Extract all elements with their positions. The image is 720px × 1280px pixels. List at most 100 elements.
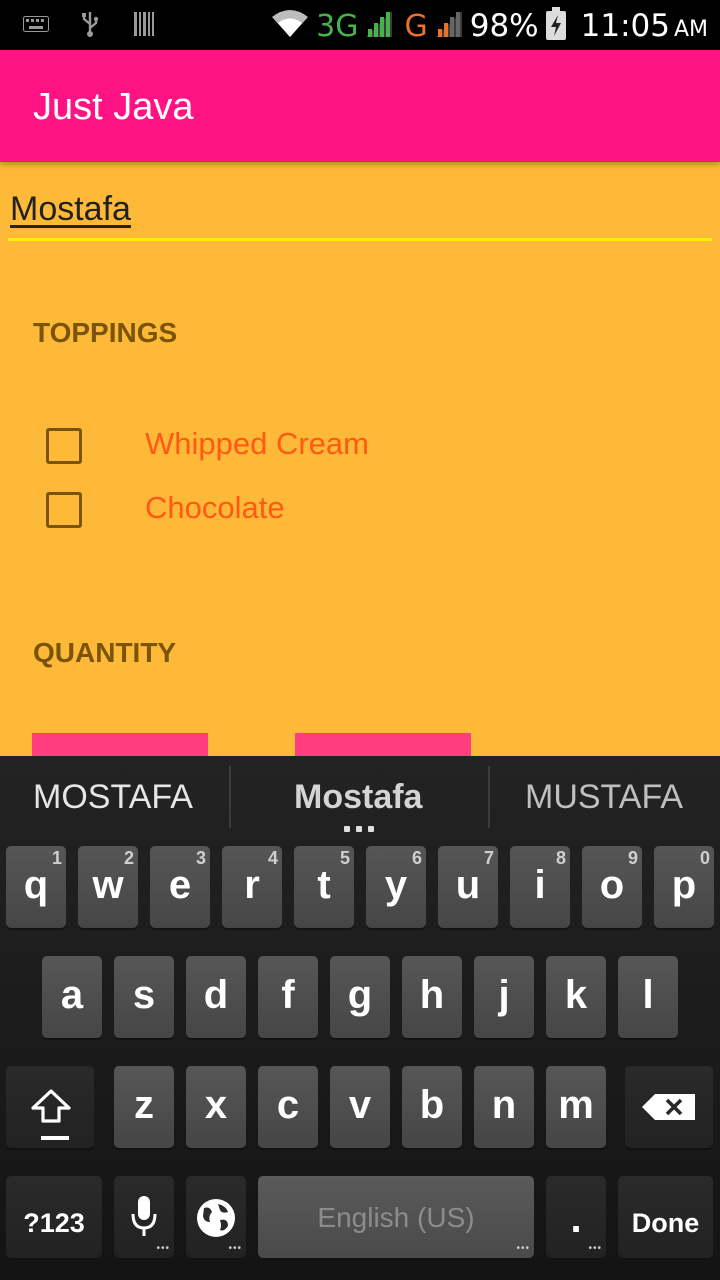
soft-keyboard: MOSTAFA Mostafa MUSTAFA 1q 2w 3e 4r 5t 6… bbox=[0, 756, 720, 1280]
key-i[interactable]: 8i bbox=[510, 846, 570, 928]
key-f-label: f bbox=[281, 973, 295, 1017]
key-p-label: p bbox=[671, 863, 697, 907]
usb-icon bbox=[76, 10, 104, 38]
barcode-icon bbox=[130, 10, 158, 38]
whipped-cream-checkbox[interactable] bbox=[46, 428, 82, 464]
key-x[interactable]: x bbox=[186, 1066, 246, 1148]
key-a[interactable]: a bbox=[42, 956, 102, 1038]
key-y[interactable]: 6y bbox=[366, 846, 426, 928]
key-w-label: w bbox=[92, 863, 124, 907]
key-k[interactable]: k bbox=[546, 956, 606, 1038]
key-s[interactable]: s bbox=[114, 956, 174, 1038]
name-input[interactable]: Mostafa bbox=[8, 186, 712, 241]
network-g-label: G bbox=[404, 8, 428, 44]
key-q[interactable]: 1q bbox=[6, 846, 66, 928]
key-b[interactable]: b bbox=[402, 1066, 462, 1148]
key-o-label: o bbox=[599, 863, 625, 907]
key-l-label: l bbox=[642, 973, 654, 1017]
key-e-label: e bbox=[168, 863, 192, 907]
status-bar: 3G G 98% 11:05 AM bbox=[0, 0, 720, 50]
spacebar-label: English (US) bbox=[317, 1202, 475, 1233]
toppings-header: TOPPINGS bbox=[33, 317, 178, 348]
symbols-key-label: ?123 bbox=[23, 1208, 85, 1238]
key-g[interactable]: g bbox=[330, 956, 390, 1038]
key-v-label: v bbox=[348, 1083, 372, 1127]
key-a-label: a bbox=[60, 973, 84, 1017]
backspace-key[interactable] bbox=[625, 1066, 713, 1148]
microphone-icon bbox=[131, 1196, 157, 1236]
key-g-label: g bbox=[347, 973, 373, 1017]
more-options-icon: ••• bbox=[156, 1243, 170, 1254]
battery-percent: 98% bbox=[469, 8, 539, 44]
key-z-label: z bbox=[134, 1083, 154, 1127]
spacebar[interactable]: English (US) ••• bbox=[258, 1176, 534, 1258]
network-3g-label: 3G bbox=[316, 8, 359, 44]
key-u[interactable]: 7u bbox=[438, 846, 498, 928]
language-key[interactable]: ••• bbox=[186, 1176, 246, 1258]
key-h-label: h bbox=[419, 973, 445, 1017]
app-bar: Just Java bbox=[0, 50, 720, 162]
whipped-cream-label[interactable]: Whipped Cream bbox=[145, 426, 369, 462]
key-c[interactable]: c bbox=[258, 1066, 318, 1148]
signal-3g-icon bbox=[364, 9, 394, 44]
key-e[interactable]: 3e bbox=[150, 846, 210, 928]
suggestion-right[interactable]: MUSTAFA bbox=[525, 778, 683, 817]
suggestion-center[interactable]: Mostafa bbox=[294, 778, 422, 817]
key-u-label: u bbox=[455, 863, 481, 907]
backspace-icon bbox=[642, 1094, 695, 1120]
key-w[interactable]: 2w bbox=[78, 846, 138, 928]
key-l[interactable]: l bbox=[618, 956, 678, 1038]
key-f[interactable]: f bbox=[258, 956, 318, 1038]
key-m[interactable]: m bbox=[546, 1066, 606, 1148]
shift-key[interactable] bbox=[6, 1066, 94, 1148]
key-k-label: k bbox=[564, 973, 588, 1017]
period-key-label: . bbox=[570, 1197, 582, 1241]
key-m-label: m bbox=[558, 1083, 594, 1127]
more-options-icon: ••• bbox=[228, 1243, 242, 1254]
key-r-label: r bbox=[244, 863, 260, 907]
symbols-key[interactable]: ?123 bbox=[6, 1176, 102, 1258]
key-i-label: i bbox=[534, 863, 546, 907]
chocolate-checkbox[interactable] bbox=[46, 492, 82, 528]
app-title: Just Java bbox=[33, 86, 194, 128]
key-r[interactable]: 4r bbox=[222, 846, 282, 928]
battery-charging-icon bbox=[545, 6, 567, 46]
key-p[interactable]: 0p bbox=[654, 846, 714, 928]
done-key-label: Done bbox=[631, 1208, 700, 1238]
more-options-icon: ••• bbox=[588, 1243, 602, 1254]
done-key[interactable]: Done bbox=[618, 1176, 713, 1258]
key-t-label: t bbox=[317, 863, 331, 907]
suggestion-left[interactable]: MOSTAFA bbox=[33, 778, 193, 817]
keyboard-icon bbox=[22, 10, 50, 38]
shift-arrow-icon bbox=[31, 1089, 71, 1123]
quantity-header: QUANTITY bbox=[33, 637, 177, 668]
key-t[interactable]: 5t bbox=[294, 846, 354, 928]
signal-g-icon bbox=[434, 9, 464, 44]
key-z[interactable]: z bbox=[114, 1066, 174, 1148]
key-v[interactable]: v bbox=[330, 1066, 390, 1148]
more-options-icon: ••• bbox=[516, 1243, 530, 1254]
key-x-label: x bbox=[204, 1083, 228, 1127]
key-j-label: j bbox=[498, 973, 510, 1017]
voice-input-key[interactable]: ••• bbox=[114, 1176, 174, 1258]
key-o[interactable]: 9o bbox=[582, 846, 642, 928]
key-b-label: b bbox=[419, 1083, 445, 1127]
shift-indicator bbox=[41, 1136, 69, 1140]
key-y-label: y bbox=[384, 863, 408, 907]
key-s-label: s bbox=[132, 973, 156, 1017]
clock-ampm: AM bbox=[673, 17, 708, 42]
suggestion-divider bbox=[229, 766, 231, 828]
more-suggestions-icon[interactable] bbox=[344, 826, 374, 834]
key-h[interactable]: h bbox=[402, 956, 462, 1038]
key-c-label: c bbox=[276, 1083, 300, 1127]
wifi-icon bbox=[270, 9, 310, 44]
clock: 11:05 AM bbox=[581, 8, 708, 44]
name-input-value[interactable]: Mostafa bbox=[10, 190, 131, 229]
key-n[interactable]: n bbox=[474, 1066, 534, 1148]
key-d-label: d bbox=[203, 973, 229, 1017]
globe-icon bbox=[197, 1199, 235, 1237]
period-key[interactable]: . ••• bbox=[546, 1176, 606, 1258]
key-d[interactable]: d bbox=[186, 956, 246, 1038]
key-j[interactable]: j bbox=[474, 956, 534, 1038]
chocolate-label[interactable]: Chocolate bbox=[145, 490, 285, 526]
